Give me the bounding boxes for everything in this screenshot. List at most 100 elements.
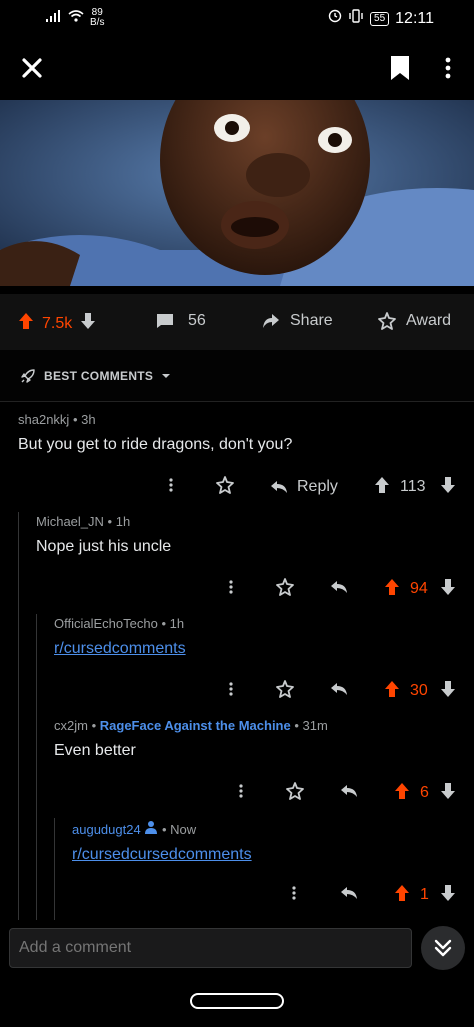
comment-meta: cx2jm • RageFace Against the Machine • 3… [54, 718, 328, 733]
comment-composer [0, 920, 474, 978]
reply-button[interactable] [340, 886, 358, 905]
comment-age: Now [170, 822, 197, 837]
upvote-button[interactable] [18, 312, 34, 335]
battery-icon: 55 [370, 11, 390, 26]
jump-to-next-comment-button[interactable] [421, 926, 465, 970]
more-vertical-icon [239, 783, 243, 798]
more-options-button[interactable] [228, 579, 234, 600]
wifi-icon [68, 9, 84, 27]
upvote-arrow-icon [395, 782, 409, 799]
comment-score: 6 [420, 784, 429, 801]
comment-age: 1h [115, 514, 131, 529]
close-button[interactable] [18, 54, 46, 82]
downvote-button[interactable] [440, 476, 456, 499]
vibrate-icon [348, 9, 364, 28]
comment-meta: sha2nkkj • 3h [18, 412, 96, 427]
more-vertical-icon [169, 477, 173, 492]
more-options-button[interactable] [238, 783, 244, 804]
signal-icon [46, 9, 62, 27]
comment-sort-button[interactable]: BEST COMMENTS [0, 350, 474, 402]
comment-body: But you get to ride dragons, don't you? [18, 436, 293, 453]
reply-icon [271, 481, 287, 493]
reply-icon [341, 886, 357, 899]
downvote-arrow-icon [441, 782, 455, 799]
comment-score: 1 [420, 886, 429, 903]
comment: OfficialEchoTecho • 1h r/cursedcomments [54, 616, 186, 658]
upvote-button[interactable] [394, 884, 410, 907]
reply-button[interactable]: Reply [270, 478, 338, 496]
comment-age: 3h [81, 412, 96, 427]
comment-actions: Reply 113 [0, 475, 474, 499]
upvote-button[interactable] [394, 782, 410, 805]
downvote-button[interactable] [440, 680, 456, 703]
award-button[interactable] [286, 781, 304, 805]
award-button[interactable]: Award [378, 312, 451, 330]
post-image[interactable] [0, 100, 474, 286]
comment: sha2nkkj • 3h But you get to ride dragon… [18, 412, 292, 454]
comments-count-button[interactable]: 56 [156, 312, 206, 330]
comment-score: 94 [410, 580, 428, 597]
more-vertical-icon [229, 579, 233, 594]
meme-face-illustration [0, 100, 474, 286]
post-toolbar [0, 38, 474, 100]
comment: cx2jm • RageFace Against the Machine • 3… [54, 718, 328, 760]
downvote-arrow-icon [81, 313, 96, 329]
post-action-bar: 7.5k 56 Share Award [0, 294, 474, 350]
more-options-button[interactable] [291, 885, 297, 906]
rocket-icon [21, 368, 35, 383]
subreddit-link[interactable]: r/cursedcomments [54, 640, 186, 657]
reply-button[interactable] [330, 580, 348, 599]
reply-button[interactable] [330, 682, 348, 701]
comment-author[interactable]: OfficialEchoTecho [54, 616, 158, 631]
more-options-button[interactable] [440, 54, 456, 82]
award-button[interactable] [216, 475, 234, 499]
reply-button[interactable] [340, 784, 358, 803]
comment-meta: Michael_JN • 1h [36, 514, 131, 529]
downvote-button[interactable] [440, 884, 456, 907]
close-icon [22, 58, 42, 78]
downvote-button[interactable] [440, 578, 456, 601]
upvote-arrow-icon [19, 313, 33, 329]
reply-icon [331, 682, 347, 695]
system-navigation-bar [0, 978, 474, 1027]
upvote-button[interactable] [374, 476, 390, 499]
status-bar: 89 B/s 55 12:11 [0, 0, 474, 38]
network-speed: 89 B/s [90, 7, 105, 28]
more-options-button[interactable] [168, 477, 174, 498]
subreddit-link[interactable]: r/cursedcursedcomments [72, 846, 252, 863]
post-score: 7.5k [42, 314, 73, 332]
downvote-arrow-icon [441, 884, 455, 901]
add-comment-input[interactable] [9, 928, 412, 968]
downvote-button[interactable] [440, 782, 456, 805]
share-button[interactable]: Share [262, 312, 333, 330]
vote-controls: 7.5k [18, 312, 96, 335]
comment-author[interactable]: sha2nkkj [18, 412, 69, 427]
comment-icon [157, 314, 173, 328]
comment-score: 113 [400, 478, 426, 495]
award-button[interactable] [276, 679, 294, 703]
clock: 12:11 [395, 9, 434, 27]
comment-body: Even better [54, 742, 136, 759]
reply-icon [341, 784, 357, 797]
upvote-arrow-icon [385, 578, 399, 595]
double-chevron-down-icon [434, 939, 452, 957]
comment-author[interactable]: Michael_JN [36, 514, 104, 529]
home-gesture-bar[interactable] [190, 993, 284, 1009]
comment-meta: augudugt24 • Now [72, 821, 197, 837]
comment-actions: 30 [0, 679, 474, 703]
upvote-button[interactable] [384, 680, 400, 703]
share-label: Share [290, 312, 333, 329]
comment-author[interactable]: augudugt24 [72, 822, 141, 837]
reply-icon [331, 580, 347, 593]
award-button[interactable] [276, 577, 294, 601]
more-options-button[interactable] [228, 681, 234, 702]
downvote-arrow-icon [441, 680, 455, 697]
downvote-button[interactable] [80, 312, 96, 335]
upvote-arrow-icon [385, 680, 399, 697]
award-icon [276, 679, 294, 698]
comment-author[interactable]: cx2jm [54, 718, 88, 733]
save-post-button[interactable] [388, 54, 412, 82]
upvote-button[interactable] [384, 578, 400, 601]
award-label: Award [406, 312, 452, 329]
upvote-arrow-icon [375, 476, 389, 493]
